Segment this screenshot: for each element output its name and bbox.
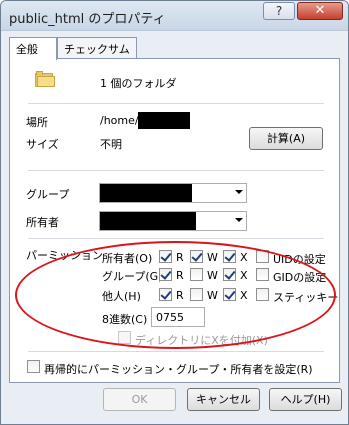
properties-dialog: public_html のプロパティ ? ✕ 全般 チェックサム 1 個のフォル… [0, 0, 349, 425]
recursive-label: 再帰的にパーミッション・グループ・所有者を設定(R) [44, 363, 313, 376]
location-value: /home/ [100, 114, 139, 127]
help-button[interactable]: ヘルプ(H) [269, 388, 342, 411]
redacted-path [138, 112, 190, 129]
ok-button[interactable]: OK [103, 388, 176, 411]
size-label: サイズ [26, 138, 59, 151]
owner-label: 所有者 [26, 216, 59, 229]
recursive-checkbox[interactable] [27, 360, 40, 373]
cancel-button[interactable]: キャンセル [187, 388, 260, 411]
tab-general[interactable]: 全般 [9, 37, 57, 60]
size-value: 不明 [100, 138, 122, 151]
tab-checksum[interactable]: チェックサム [57, 37, 137, 58]
group-combobox[interactable] [99, 183, 247, 203]
help-title-button[interactable]: ? [263, 2, 295, 20]
title-bar[interactable]: public_html のプロパティ ? ✕ [1, 1, 348, 31]
close-button[interactable]: ✕ [297, 2, 343, 20]
group-label: グループ [26, 188, 70, 201]
calculate-button[interactable]: 計算(A) [249, 127, 323, 150]
owner-combobox[interactable] [99, 211, 247, 231]
highlight-circle [15, 241, 336, 349]
chevron-down-icon [235, 218, 243, 222]
location-label: 場所 [26, 116, 48, 129]
folder-icon [35, 71, 55, 87]
divider [28, 351, 324, 352]
chevron-down-icon [235, 190, 243, 194]
window-title: public_html のプロパティ [9, 12, 166, 27]
item-count: 1 個のフォルダ [100, 77, 177, 90]
redacted-group [100, 184, 192, 202]
divider [28, 103, 324, 104]
redacted-owner [100, 212, 196, 230]
divider [28, 170, 324, 171]
divider [28, 238, 324, 239]
